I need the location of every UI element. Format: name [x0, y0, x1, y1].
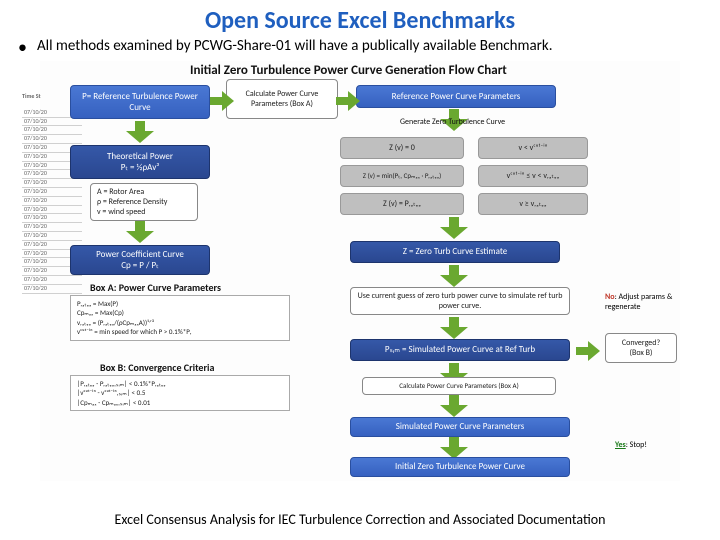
bullet-text: All methods examined by PCWG-Share-01 wi…: [37, 37, 553, 55]
box-theoretical-power: Theoretical Power Pₜ = ½ρAv³: [70, 145, 210, 179]
box-var-defs: A = Rotor Area ρ = Reference Density v =…: [90, 183, 198, 221]
box-z2-cond: vᶜᵘᵗ⁻ⁱⁿ ≤ v < vᵣₐₜₑₔ: [478, 165, 588, 187]
label-box-a: Box A: Power Curve Parameters: [90, 281, 221, 294]
excel-date-cell: 07/10/20: [22, 285, 82, 294]
text-stop: : Stop!: [626, 440, 647, 450]
text-no: No: [605, 292, 615, 302]
text-yes: Yes: [615, 440, 626, 450]
box-z-estimate: Z = Zero Turb Curve Estimate: [350, 241, 560, 263]
box-psim: Pₛᵢₘ = Simulated Power Curve at Ref Turb: [350, 339, 570, 361]
box-z1: Z (v) = 0: [340, 137, 464, 159]
box-calc-params-2: Calculate Power Curve Parameters (Box A): [362, 377, 556, 395]
box-a-formulas: Pᵣₐₜₑₔ = Max(P) Cpₘₐₓ = Max(Cp) vᵣₐₜₑₔ =…: [70, 295, 290, 341]
box-sim-params: Simulated Power Curve Parameters: [350, 417, 570, 437]
box-calc-params: Calculate Power Curve Parameters (Box A): [226, 79, 338, 119]
box-ref-turb-power-curve: P= Reference Turbulence Power Curve: [70, 85, 210, 119]
box-z3-cond: v ≥ vᵣₐₜₑₔ: [478, 193, 588, 215]
box-power-coeff-curve: Power Coefficient Curve Cp = P / Pₜ: [70, 245, 210, 275]
box-ref-pc-params: Reference Power Curve Parameters: [356, 85, 556, 108]
box-z1-cond: v < vᶜᵘᵗ⁻ⁱⁿ: [478, 137, 588, 159]
box-z2: Z (v) = min(Pₜ, Cpₘₐₓ · Pᵣₐₜₑₔ): [340, 165, 464, 187]
bullet-dot-icon: •: [18, 38, 27, 56]
box-converged: Converged? (Box B): [605, 333, 677, 363]
flowchart-title: Initial Zero Turbulence Power Curve Gene…: [190, 63, 507, 78]
flowchart-area: Time St 07/10/2007/10/2007/10/2007/10/20…: [40, 61, 680, 481]
label-yes-stop: Yes: Stop!: [615, 441, 647, 451]
box-z3: Z (v) = Pᵣₐₜₑₔ: [340, 193, 464, 215]
box-b-formulas: |Pᵣₐₜₑₔ - Pᵣₐₜₑₔ,ₛᵢₘ| < 0.1%*Pᵣₐₜₑₔ |vᶜᵘ…: [70, 375, 290, 411]
box-simulate: Use current guess of zero turb power cur…: [350, 287, 570, 315]
box-initial-zero: Initial Zero Turbulence Power Curve: [350, 457, 570, 477]
text-adjust: : Adjust params & regenerate: [605, 292, 672, 312]
bullet-item: • All methods examined by PCWG-Share-01 …: [0, 37, 720, 61]
page-title: Open Source Excel Benchmarks: [0, 0, 720, 37]
label-no-adjust: No: Adjust params & regenerate: [605, 293, 683, 312]
label-gen-zero-curve: Generate Zero Turbulence Curve: [400, 117, 505, 127]
caption: Excel Consensus Analysis for IEC Turbule…: [0, 511, 720, 528]
label-box-b: Box B: Convergence Criteria: [100, 361, 214, 374]
